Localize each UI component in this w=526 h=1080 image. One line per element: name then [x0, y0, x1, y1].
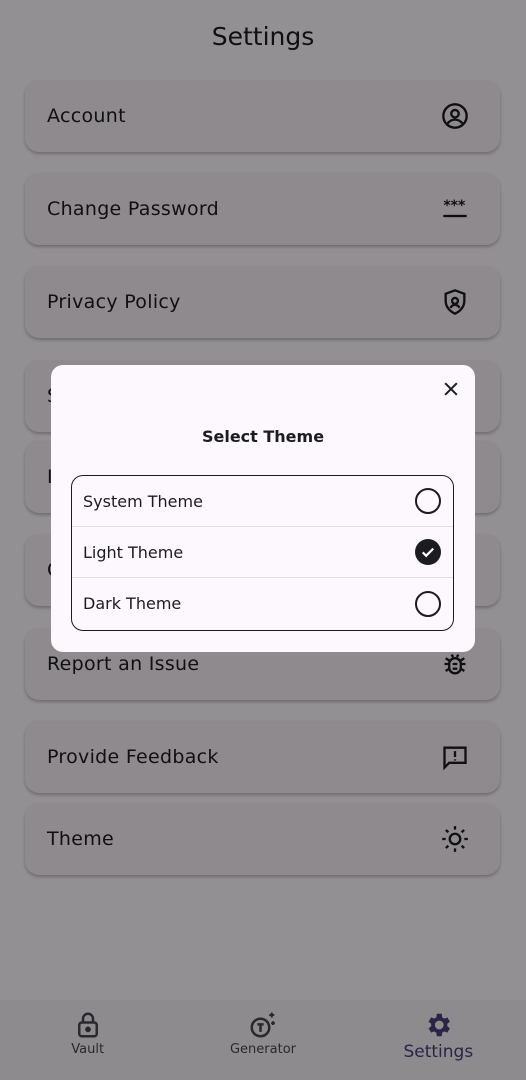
theme-option-label: Light Theme — [83, 542, 184, 562]
radio-unchecked-icon — [415, 590, 441, 617]
theme-option-dark[interactable]: Dark Theme — [72, 578, 453, 629]
radio-unchecked-icon — [415, 488, 441, 514]
theme-option-light[interactable]: Light Theme — [72, 527, 453, 578]
radio-checked-icon — [415, 539, 441, 565]
theme-option-label: System Theme — [83, 491, 203, 511]
select-theme-dialog: Select Theme System Theme Light Theme Da… — [51, 365, 475, 652]
theme-option-system[interactable]: System Theme — [72, 476, 453, 527]
dialog-title: Select Theme — [201, 427, 325, 446]
close-icon[interactable] — [439, 377, 463, 401]
theme-options-list: System Theme Light Theme Dark Theme — [71, 475, 454, 631]
theme-option-label: Dark Theme — [83, 594, 182, 613]
